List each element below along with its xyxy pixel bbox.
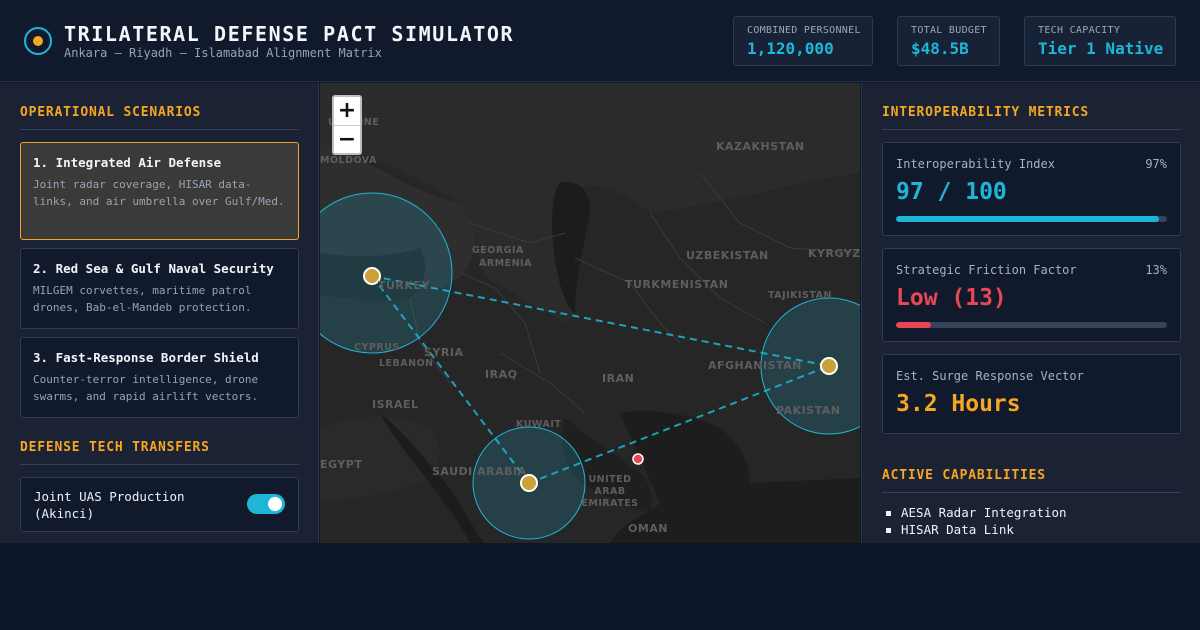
map-label: TURKEY [378,279,430,292]
stat-value: $48.5B [911,39,969,58]
map-label: KYRGYZSTAN [808,247,860,260]
scenarios-panel: OPERATIONAL SCENARIOS 1. Integrated Air … [0,83,319,543]
map-label: KAZAKHSTAN [716,140,805,153]
metric-value: 3.2 Hours [896,391,1021,417]
toggle-knob [268,497,282,511]
metric-value: Low (13) [896,285,1007,311]
stat-label: TECH CAPACITY [1038,25,1121,36]
list-item: HISAR Data Link [882,521,1181,538]
section-title-metrics: INTEROPERABILITY METRICS [882,105,1090,120]
metric-friction-factor: Strategic Friction Factor 13% Low (13) [882,248,1181,342]
scenario-description: Counter-terror intelligence, drone swarm… [33,373,259,403]
capabilities-list: AESA Radar Integration HISAR Data Link [882,504,1181,538]
map-label: IRAN [602,372,635,385]
map-label: GEORGIA [472,245,524,256]
progress-bar-fill [896,322,932,328]
stat-value: Tier 1 Native [1038,39,1164,58]
stat-total-budget: TOTAL BUDGET $48.5B [897,16,1000,66]
app-title: TRILATERAL DEFENSE PACT SIMULATOR [64,22,515,46]
transfer-label: Joint UAS Production (Akinci) [34,489,185,521]
section-title-capabilities: ACTIVE CAPABILITIES [882,468,1046,483]
map-label: OMAN [628,522,669,535]
stat-label: COMBINED PERSONNEL [747,25,861,36]
section-title-scenarios: OPERATIONAL SCENARIOS [20,105,202,120]
map-label: CYPRUS [354,342,400,353]
stat-label: TOTAL BUDGET [911,25,987,36]
metric-label: Strategic Friction Factor [896,263,1077,277]
stat-combined-personnel: COMBINED PERSONNEL 1,120,000 [733,16,873,66]
divider [20,129,299,130]
scenario-card-air-defense[interactable]: 1. Integrated Air Defense Joint radar co… [20,142,299,240]
divider [882,129,1181,130]
map-label: EGYPT [320,458,363,471]
zoom-in-button[interactable]: + [334,97,360,125]
metric-interoperability-index: Interoperability Index 97% 97 / 100 [882,142,1181,236]
metrics-panel: INTEROPERABILITY METRICS Interoperabilit… [861,83,1200,543]
map-label: UZBEKISTAN [686,249,769,262]
map-label: UNITED ARAB EMIRATES [581,474,639,509]
map-label: IRAQ [485,368,518,381]
map-label: ISRAEL [372,398,419,411]
scenario-title: 2. Red Sea & Gulf Naval Security [33,261,274,276]
transfer-item-uas: Joint UAS Production (Akinci) [20,477,299,532]
metric-percent: 13% [1145,263,1167,277]
map-label: MOLDOVA [320,155,377,166]
map-label: TURKMENISTAN [625,278,729,291]
metric-value: 97 / 100 [896,179,1007,205]
divider [882,492,1181,493]
map-label: SAUDI ARABIA [432,465,527,478]
target-icon [24,27,52,55]
map-label: LEBANON [379,358,434,369]
zoom-out-button[interactable]: − [334,126,360,154]
section-title-transfers: DEFENSE TECH TRANSFERS [20,440,210,455]
map-view[interactable]: UKRAINE MOLDOVA KAZAKHSTAN GEORGIA ARMEN… [320,83,860,543]
divider [20,464,299,465]
scenario-description: Joint radar coverage, HISAR data-links, … [33,178,285,208]
map-label: TAJIKISTAN [768,290,832,301]
scenario-description: MILGEM corvettes, maritime patrol drones… [33,284,252,314]
scenario-card-naval-security[interactable]: 2. Red Sea & Gulf Naval Security MILGEM … [20,248,299,329]
progress-bar [896,322,1167,328]
map-label: PAKISTAN [776,404,841,417]
alert-dot-icon[interactable] [632,453,644,465]
app-subtitle: Ankara – Riyadh – Islamabad Alignment Ma… [64,46,382,60]
list-item: AESA Radar Integration [882,504,1181,521]
zoom-control: + − [332,95,362,155]
stat-value: 1,120,000 [747,39,834,58]
map-label: ARMENIA [479,258,532,269]
metric-label: Est. Surge Response Vector [896,369,1084,383]
map-label: KUWAIT [516,419,562,430]
metric-label: Interoperability Index [896,157,1055,171]
app-header: TRILATERAL DEFENSE PACT SIMULATOR Ankara… [0,0,1200,82]
stat-tech-capacity: TECH CAPACITY Tier 1 Native [1024,16,1176,66]
progress-bar [896,216,1167,222]
uas-production-toggle[interactable] [247,494,285,514]
metric-surge-response: Est. Surge Response Vector 3.2 Hours [882,354,1181,434]
base-marker-icon[interactable] [820,357,838,375]
scenario-card-border-shield[interactable]: 3. Fast-Response Border Shield Counter-t… [20,337,299,418]
scenario-title: 3. Fast-Response Border Shield [33,350,259,365]
metric-percent: 97% [1145,157,1167,171]
map-label: AFGHANISTAN [708,359,802,372]
progress-bar-fill [896,216,1159,222]
scenario-title: 1. Integrated Air Defense [33,155,222,170]
